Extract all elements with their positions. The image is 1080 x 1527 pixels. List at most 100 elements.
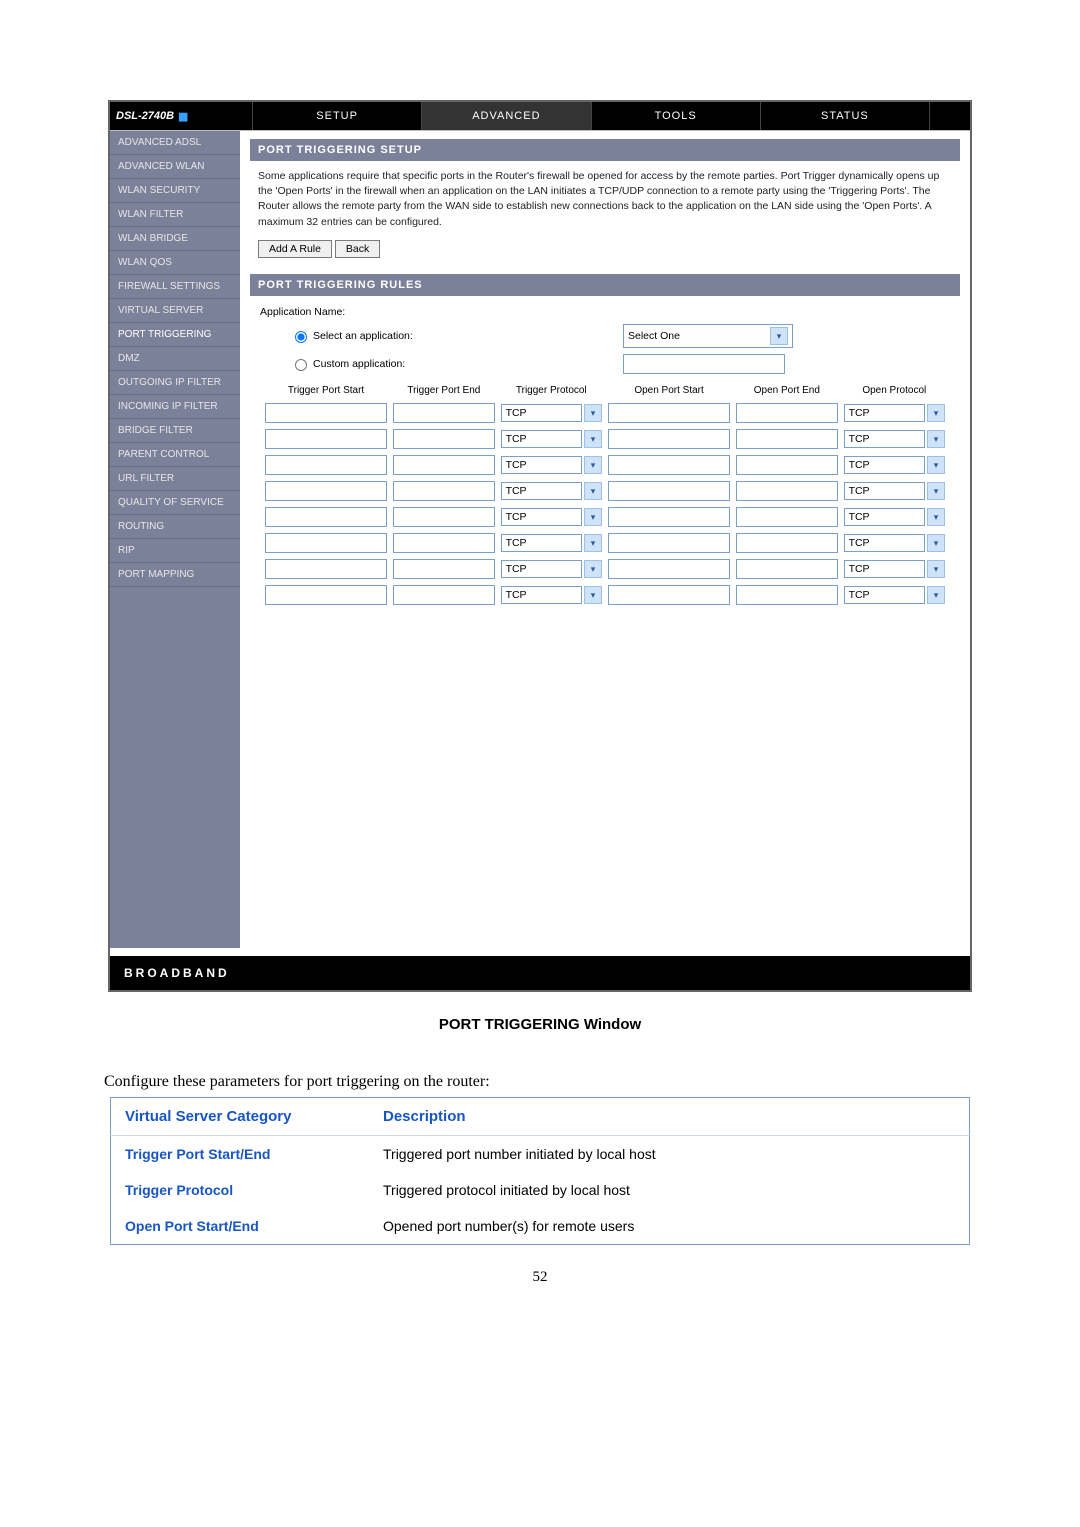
model-label: DSL-2740B ▮▮ [110,102,252,130]
trigger-port-end-input[interactable] [393,455,494,475]
trigger-port-end-input[interactable] [393,507,494,527]
tab-advanced[interactable]: ADVANCED [421,102,590,130]
trigger-port-end-input[interactable] [393,559,494,579]
open-port-end-input[interactable] [736,533,837,553]
open-port-end-input[interactable] [736,559,837,579]
panel-port-triggering-rules-title: PORT TRIGGERING RULES [250,274,960,296]
sidebar-item-wlan-security[interactable]: WLAN SECURITY [110,179,240,203]
trigger-port-start-input[interactable] [265,403,387,423]
open-port-start-input[interactable] [608,585,730,605]
port-rules-table: Trigger Port Start Trigger Port End Trig… [260,380,950,610]
description-table: Virtual Server Category Description Trig… [110,1097,970,1245]
open-protocol-dropdown[interactable]: TCP▾ [844,482,945,500]
sidebar-item-firewall-settings[interactable]: FIREWALL SETTINGS [110,275,240,299]
custom-application-radio[interactable] [295,359,307,371]
intro-paragraph: Configure these parameters for port trig… [100,1073,990,1091]
open-port-start-input[interactable] [608,481,730,501]
trigger-protocol-dropdown[interactable]: TCP▾ [501,430,602,448]
open-port-end-input[interactable] [736,481,837,501]
trigger-port-end-input[interactable] [393,429,494,449]
desc-row: Trigger Port Start/End Triggered port nu… [111,1135,970,1172]
open-protocol-dropdown[interactable]: TCP▾ [844,534,945,552]
add-a-rule-button[interactable]: Add A Rule [258,240,332,258]
router-admin-window: DSL-2740B ▮▮ SETUP ADVANCED TOOLS STATUS… [108,100,972,992]
sidebar-item-incoming-ip-filter[interactable]: INCOMING IP FILTER [110,395,240,419]
tab-status[interactable]: STATUS [760,102,929,130]
sidebar-item-outgoing-ip-filter[interactable]: OUTGOING IP FILTER [110,371,240,395]
sidebar-item-dmz[interactable]: DMZ [110,347,240,371]
tab-setup[interactable]: SETUP [252,102,421,130]
trigger-port-end-input[interactable] [393,533,494,553]
col-open-port-start: Open Port Start [607,384,731,398]
trigger-port-start-input[interactable] [265,429,387,449]
desc-key: Trigger Port Start/End [111,1135,370,1172]
trigger-port-start-input[interactable] [265,585,387,605]
sidebar-item-advanced-adsl[interactable]: ADVANCED ADSL [110,131,240,155]
custom-application-label: Custom application: [313,358,483,370]
open-port-end-input[interactable] [736,585,837,605]
open-port-start-input[interactable] [608,403,730,423]
select-application-value: Select One [628,330,680,342]
panel-port-triggering-setup-title: PORT TRIGGERING SETUP [250,139,960,161]
sidebar-item-wlan-qos[interactable]: WLAN QOS [110,251,240,275]
sidebar-item-parent-control[interactable]: PARENT CONTROL [110,443,240,467]
open-port-end-input[interactable] [736,403,837,423]
open-protocol-dropdown[interactable]: TCP▾ [844,430,945,448]
trigger-port-start-input[interactable] [265,559,387,579]
trigger-port-start-input[interactable] [265,507,387,527]
open-port-start-input[interactable] [608,507,730,527]
trigger-port-start-input[interactable] [265,481,387,501]
select-application-dropdown[interactable]: Select One ▾ [623,324,793,348]
sidebar-item-port-mapping[interactable]: PORT MAPPING [110,563,240,587]
trigger-protocol-dropdown[interactable]: TCP▾ [501,586,602,604]
content-area: PORT TRIGGERING SETUP Some applications … [240,131,970,948]
open-protocol-dropdown[interactable]: TCP▾ [844,560,945,578]
chevron-down-icon: ▾ [927,560,945,578]
sidebar-item-virtual-server[interactable]: VIRTUAL SERVER [110,299,240,323]
sidebar-item-rip[interactable]: RIP [110,539,240,563]
trigger-protocol-dropdown[interactable]: TCP▾ [501,560,602,578]
trigger-port-start-input[interactable] [265,533,387,553]
open-port-start-input[interactable] [608,533,730,553]
custom-application-input[interactable] [623,354,785,374]
trigger-protocol-dropdown[interactable]: TCP▾ [501,404,602,422]
sidebar-item-advanced-wlan[interactable]: ADVANCED WLAN [110,155,240,179]
select-application-label: Select an application: [313,330,483,342]
open-port-start-input[interactable] [608,429,730,449]
trigger-port-end-input[interactable] [393,481,494,501]
sidebar-item-wlan-filter[interactable]: WLAN FILTER [110,203,240,227]
page-number: 52 [90,1269,990,1286]
open-protocol-dropdown[interactable]: TCP▾ [844,456,945,474]
trigger-protocol-dropdown[interactable]: TCP▾ [501,534,602,552]
open-protocol-dropdown[interactable]: TCP▾ [844,508,945,526]
chevron-down-icon: ▾ [927,508,945,526]
sidebar-item-routing[interactable]: ROUTING [110,515,240,539]
port-row: TCP▾ TCP▾ [264,558,946,580]
chevron-down-icon: ▾ [927,586,945,604]
sidebar-item-quality-of-service[interactable]: QUALITY OF SERVICE [110,491,240,515]
sidebar-item-port-triggering[interactable]: PORT TRIGGERING [110,323,240,347]
open-port-end-input[interactable] [736,507,837,527]
tab-tools[interactable]: TOOLS [591,102,760,130]
open-protocol-dropdown[interactable]: TCP▾ [844,586,945,604]
sidebar-item-bridge-filter[interactable]: BRIDGE FILTER [110,419,240,443]
open-port-end-input[interactable] [736,455,837,475]
trigger-protocol-dropdown[interactable]: TCP▾ [501,482,602,500]
back-button[interactable]: Back [335,240,380,258]
select-application-radio[interactable] [295,331,307,343]
trigger-port-end-input[interactable] [393,585,494,605]
open-port-end-input[interactable] [736,429,837,449]
trigger-port-end-input[interactable] [393,403,494,423]
port-row: TCP▾ TCP▾ [264,454,946,476]
chevron-down-icon: ▾ [927,404,945,422]
trigger-protocol-dropdown[interactable]: TCP▾ [501,456,602,474]
open-port-start-input[interactable] [608,559,730,579]
trigger-protocol-dropdown[interactable]: TCP▾ [501,508,602,526]
open-port-start-input[interactable] [608,455,730,475]
chevron-down-icon: ▾ [927,456,945,474]
sidebar-item-url-filter[interactable]: URL FILTER [110,467,240,491]
open-protocol-dropdown[interactable]: TCP▾ [844,404,945,422]
trigger-port-start-input[interactable] [265,455,387,475]
sidebar-item-wlan-bridge[interactable]: WLAN BRIDGE [110,227,240,251]
model-text: DSL-2740B [116,110,174,122]
